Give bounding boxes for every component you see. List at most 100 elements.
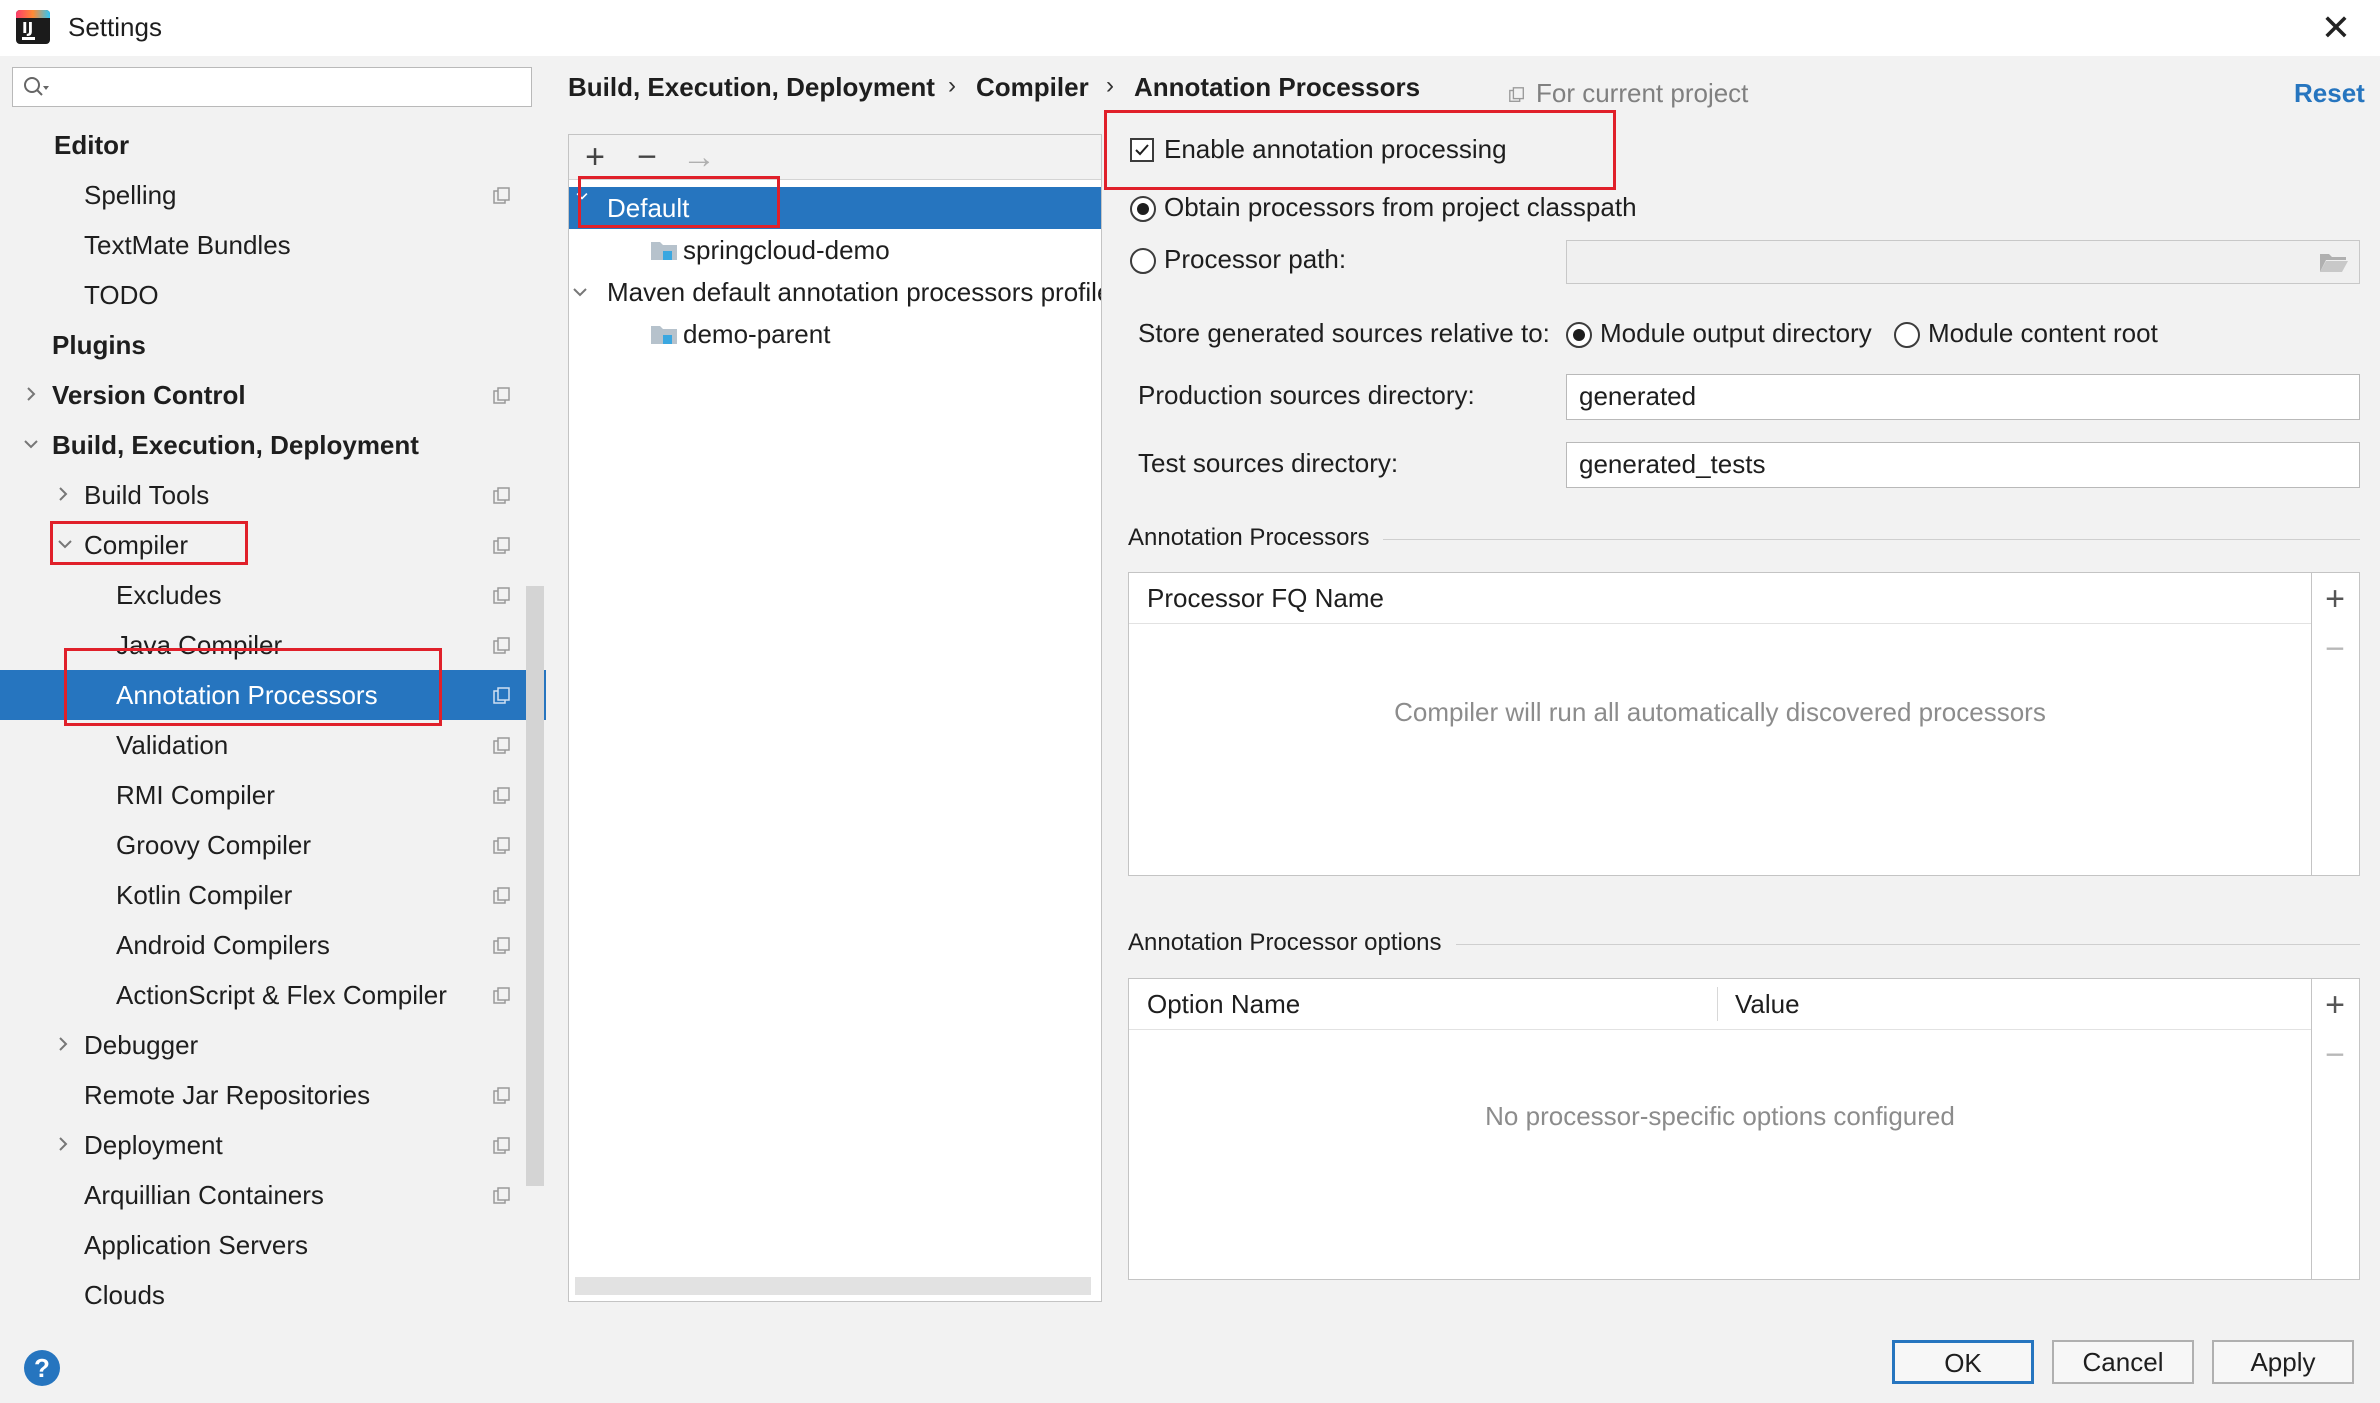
sidebar-item-editor[interactable]: Editor (0, 120, 546, 170)
chevron-right-icon[interactable] (52, 483, 74, 505)
annotation-processors-section-title: Annotation Processors (1128, 524, 1384, 552)
reset-link[interactable]: Reset (2294, 78, 2365, 109)
highlight-annotation-processors (64, 648, 442, 726)
project-scope-icon (493, 937, 510, 954)
column-processor-fq-name[interactable]: Processor FQ Name (1147, 583, 1384, 614)
sidebar-item-remote-jar-repositories[interactable]: Remote Jar Repositories (0, 1070, 546, 1120)
help-icon[interactable]: ? (24, 1350, 60, 1386)
sidebar-item-actionscript-flex-compiler[interactable]: ActionScript & Flex Compiler (0, 970, 546, 1020)
sidebar-item-deployment[interactable]: Deployment (0, 1120, 546, 1170)
sidebar-item-clouds[interactable]: Clouds (0, 1270, 546, 1320)
chevron-down-icon[interactable] (20, 433, 42, 455)
sidebar-item-groovy-compiler[interactable]: Groovy Compiler (0, 820, 546, 870)
column-option-name[interactable]: Option Name (1147, 989, 1300, 1020)
add-option-button[interactable]: + (2317, 987, 2353, 1023)
scope-label: For current project (1536, 78, 1749, 108)
project-scope-icon (493, 987, 510, 1004)
project-scope-icon (1509, 87, 1524, 102)
module-output-radio[interactable] (1566, 322, 1592, 348)
sidebar-item-arquillian-containers[interactable]: Arquillian Containers (0, 1170, 546, 1220)
intellij-logo-icon: IJ (16, 10, 50, 44)
apply-button[interactable]: Apply (2212, 1340, 2354, 1384)
sidebar-item-validation[interactable]: Validation (0, 720, 546, 770)
table-side-divider (2311, 979, 2312, 1279)
search-icon (24, 77, 49, 96)
sidebar-item-build-tools[interactable]: Build Tools (0, 470, 546, 520)
sidebar-item-rmi-compiler[interactable]: RMI Compiler (0, 770, 546, 820)
profile-module-springcloud-demo[interactable]: springcloud-demo (569, 229, 1101, 271)
column-value[interactable]: Value (1735, 989, 1800, 1020)
store-generated-label: Store generated sources relative to: (1138, 318, 1550, 348)
chevron-down-icon[interactable] (569, 281, 591, 303)
profile-row-maven-default[interactable]: Maven default annotation processors prof… (569, 271, 1101, 313)
project-scope-icon (493, 887, 510, 904)
project-scope-icon (493, 1187, 510, 1204)
sidebar-scrollbar[interactable] (526, 586, 544, 1186)
module-output-label[interactable]: Module output directory (1600, 318, 1872, 349)
sidebar-item-excludes[interactable]: Excludes (0, 570, 546, 620)
cancel-button[interactable]: Cancel (2052, 1340, 2194, 1384)
project-scope-icon (493, 737, 510, 754)
test-sources-label: Test sources directory: (1138, 448, 1399, 478)
sidebar-item-spelling[interactable]: Spelling (0, 170, 546, 220)
remove-profile-button[interactable]: − (629, 139, 665, 175)
add-profile-button[interactable]: + (577, 139, 613, 175)
test-sources-field[interactable]: generated_tests (1566, 442, 2360, 488)
options-table: Option Name Value No processor-specific … (1128, 978, 2360, 1280)
sidebar-item-kotlin-compiler[interactable]: Kotlin Compiler (0, 870, 546, 920)
project-scope-icon (493, 537, 510, 554)
highlight-enable-annotation (1104, 110, 1616, 190)
profile-module-demo-parent[interactable]: demo-parent (569, 313, 1101, 355)
sidebar-item-plugins[interactable]: Plugins (0, 320, 546, 370)
highlight-compiler (50, 521, 248, 565)
chevron-right-icon[interactable] (52, 1133, 74, 1155)
module-content-label[interactable]: Module content root (1928, 318, 2158, 349)
obtain-from-classpath-radio[interactable] (1130, 196, 1156, 222)
production-sources-label: Production sources directory: (1138, 380, 1475, 410)
processors-empty-text: Compiler will run all automatically disc… (1394, 697, 2046, 727)
chevron-right-icon[interactable] (52, 1033, 74, 1055)
ok-button[interactable]: OK (1892, 1340, 2034, 1384)
processor-path-field[interactable] (1566, 240, 2360, 284)
sidebar-item-build-execution-deployment[interactable]: Build, Execution, Deployment (0, 420, 546, 470)
search-input[interactable] (12, 67, 532, 107)
project-scope-icon (493, 687, 510, 704)
sidebar-item-android-compilers[interactable]: Android Compilers (0, 920, 546, 970)
remove-processor-button[interactable]: − (2317, 631, 2353, 667)
sidebar-item-textmate-bundles[interactable]: TextMate Bundles (0, 220, 546, 270)
profiles-horizontal-scrollbar[interactable] (575, 1277, 1091, 1295)
close-icon[interactable]: ✕ (2316, 8, 2356, 48)
browse-folder-icon[interactable] (2318, 250, 2350, 274)
table-side-divider (2311, 573, 2312, 875)
production-sources-field[interactable]: generated (1566, 374, 2360, 420)
sidebar-item-application-servers[interactable]: Application Servers (0, 1220, 546, 1270)
breadcrumb-annotation-processors: Annotation Processors (1134, 72, 1421, 102)
options-table-header (1129, 979, 2311, 1030)
processor-options-section-title: Annotation Processor options (1128, 929, 1456, 957)
project-scope-icon (493, 837, 510, 854)
sidebar-item-todo[interactable]: TODO (0, 270, 546, 320)
project-scope-icon (493, 1137, 510, 1154)
sidebar-item-version-control[interactable]: Version Control (0, 370, 546, 420)
project-scope-icon (493, 387, 510, 404)
module-folder-icon (651, 326, 677, 344)
breadcrumb-separator: › (948, 72, 956, 99)
add-processor-button[interactable]: + (2317, 581, 2353, 617)
project-scope-icon (493, 637, 510, 654)
breadcrumb-compiler[interactable]: Compiler (976, 72, 1089, 103)
breadcrumb-build-execution-deployment[interactable]: Build, Execution, Deployment (568, 72, 935, 103)
processor-path-radio[interactable] (1130, 248, 1156, 274)
module-folder-icon (651, 242, 677, 260)
sidebar-item-debugger[interactable]: Debugger (0, 1020, 546, 1070)
processor-path-label[interactable]: Processor path: (1164, 244, 1346, 275)
obtain-from-classpath-label[interactable]: Obtain processors from project classpath (1164, 192, 1637, 223)
chevron-right-icon[interactable] (20, 383, 42, 405)
remove-option-button[interactable]: − (2317, 1037, 2353, 1073)
project-scope-icon (493, 487, 510, 504)
module-content-radio[interactable] (1894, 322, 1920, 348)
profiles-toolbar: + − → (569, 135, 1101, 180)
profiles-tree: + − → Default springcloud-demo Maven def… (568, 134, 1102, 1302)
window-title: Settings (68, 12, 162, 42)
move-to-profile-button[interactable]: → (681, 139, 717, 175)
options-empty-text: No processor-specific options configured (1485, 1101, 1955, 1131)
